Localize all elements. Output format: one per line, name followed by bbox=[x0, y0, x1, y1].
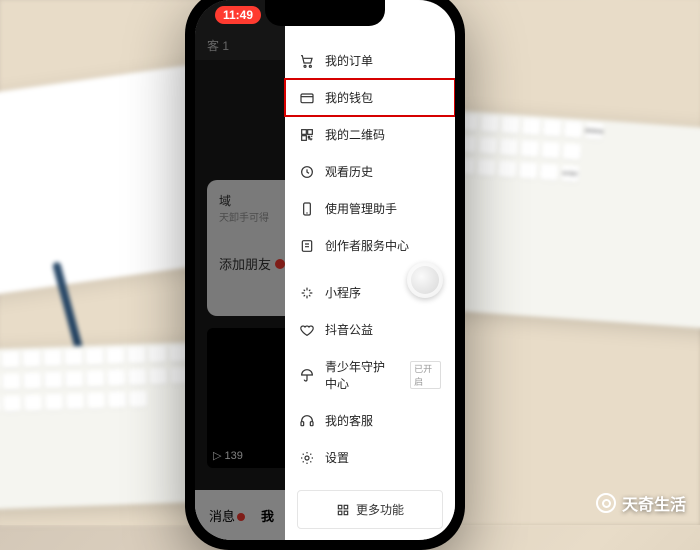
menu-item-wallet[interactable]: 我的钱包 bbox=[285, 79, 455, 116]
watermark-text: 天奇生活 bbox=[622, 491, 686, 515]
menu-label: 观看历史 bbox=[325, 163, 373, 180]
phone-icon bbox=[299, 201, 315, 217]
phone-screen: 11:49 客 1 域 天卸手可得 ✻ 添加朋友 藏 喜欢 bbox=[195, 0, 455, 540]
heart-icon bbox=[299, 322, 315, 338]
menu-label: 青少年守护中心 bbox=[325, 358, 396, 392]
watermark: 天奇生活 bbox=[596, 491, 686, 515]
more-functions-button[interactable]: 更多功能 bbox=[297, 490, 443, 529]
watermark-logo bbox=[596, 493, 616, 513]
headset-icon bbox=[299, 413, 315, 429]
menu-item-qrcode[interactable]: 我的二维码 bbox=[285, 116, 455, 153]
menu-label: 我的二维码 bbox=[325, 126, 385, 143]
menu-label: 使用管理助手 bbox=[325, 200, 397, 217]
clock-icon bbox=[299, 164, 315, 180]
menu-item-history[interactable]: 观看历史 bbox=[285, 153, 455, 190]
menu-item-orders[interactable]: 我的订单 bbox=[285, 42, 455, 79]
doc-icon bbox=[299, 238, 315, 254]
gear-icon bbox=[299, 450, 315, 466]
menu-item-service[interactable]: 我的客服 bbox=[285, 402, 455, 439]
menu-label: 设置 bbox=[325, 449, 349, 466]
teen-badge: 已开启 bbox=[410, 361, 441, 389]
phone-frame: 11:49 客 1 域 天卸手可得 ✻ 添加朋友 藏 喜欢 bbox=[185, 0, 465, 550]
menu-label: 我的客服 bbox=[325, 412, 373, 429]
menu-label: 创作者服务中心 bbox=[325, 237, 409, 254]
assistive-touch[interactable] bbox=[407, 262, 443, 298]
menu-item-teen[interactable]: 青少年守护中心 已开启 bbox=[285, 348, 455, 402]
menu-label: 我的钱包 bbox=[325, 89, 373, 106]
spark-icon bbox=[299, 285, 315, 301]
grid-icon bbox=[336, 503, 350, 517]
wallet-icon bbox=[299, 90, 315, 106]
menu-item-creator[interactable]: 创作者服务中心 bbox=[285, 227, 455, 264]
notch bbox=[265, 0, 385, 26]
menu-item-settings[interactable]: 设置 bbox=[285, 439, 455, 476]
menu-label: 小程序 bbox=[325, 284, 361, 301]
menu-item-assist[interactable]: 使用管理助手 bbox=[285, 190, 455, 227]
menu-label: 抖音公益 bbox=[325, 321, 373, 338]
menu-item-charity[interactable]: 抖音公益 bbox=[285, 311, 455, 348]
cart-icon bbox=[299, 53, 315, 69]
more-label: 更多功能 bbox=[356, 501, 404, 518]
umbrella-icon bbox=[299, 367, 315, 383]
qr-icon bbox=[299, 127, 315, 143]
menu-label: 我的订单 bbox=[325, 52, 373, 69]
status-time: 11:49 bbox=[215, 6, 261, 24]
